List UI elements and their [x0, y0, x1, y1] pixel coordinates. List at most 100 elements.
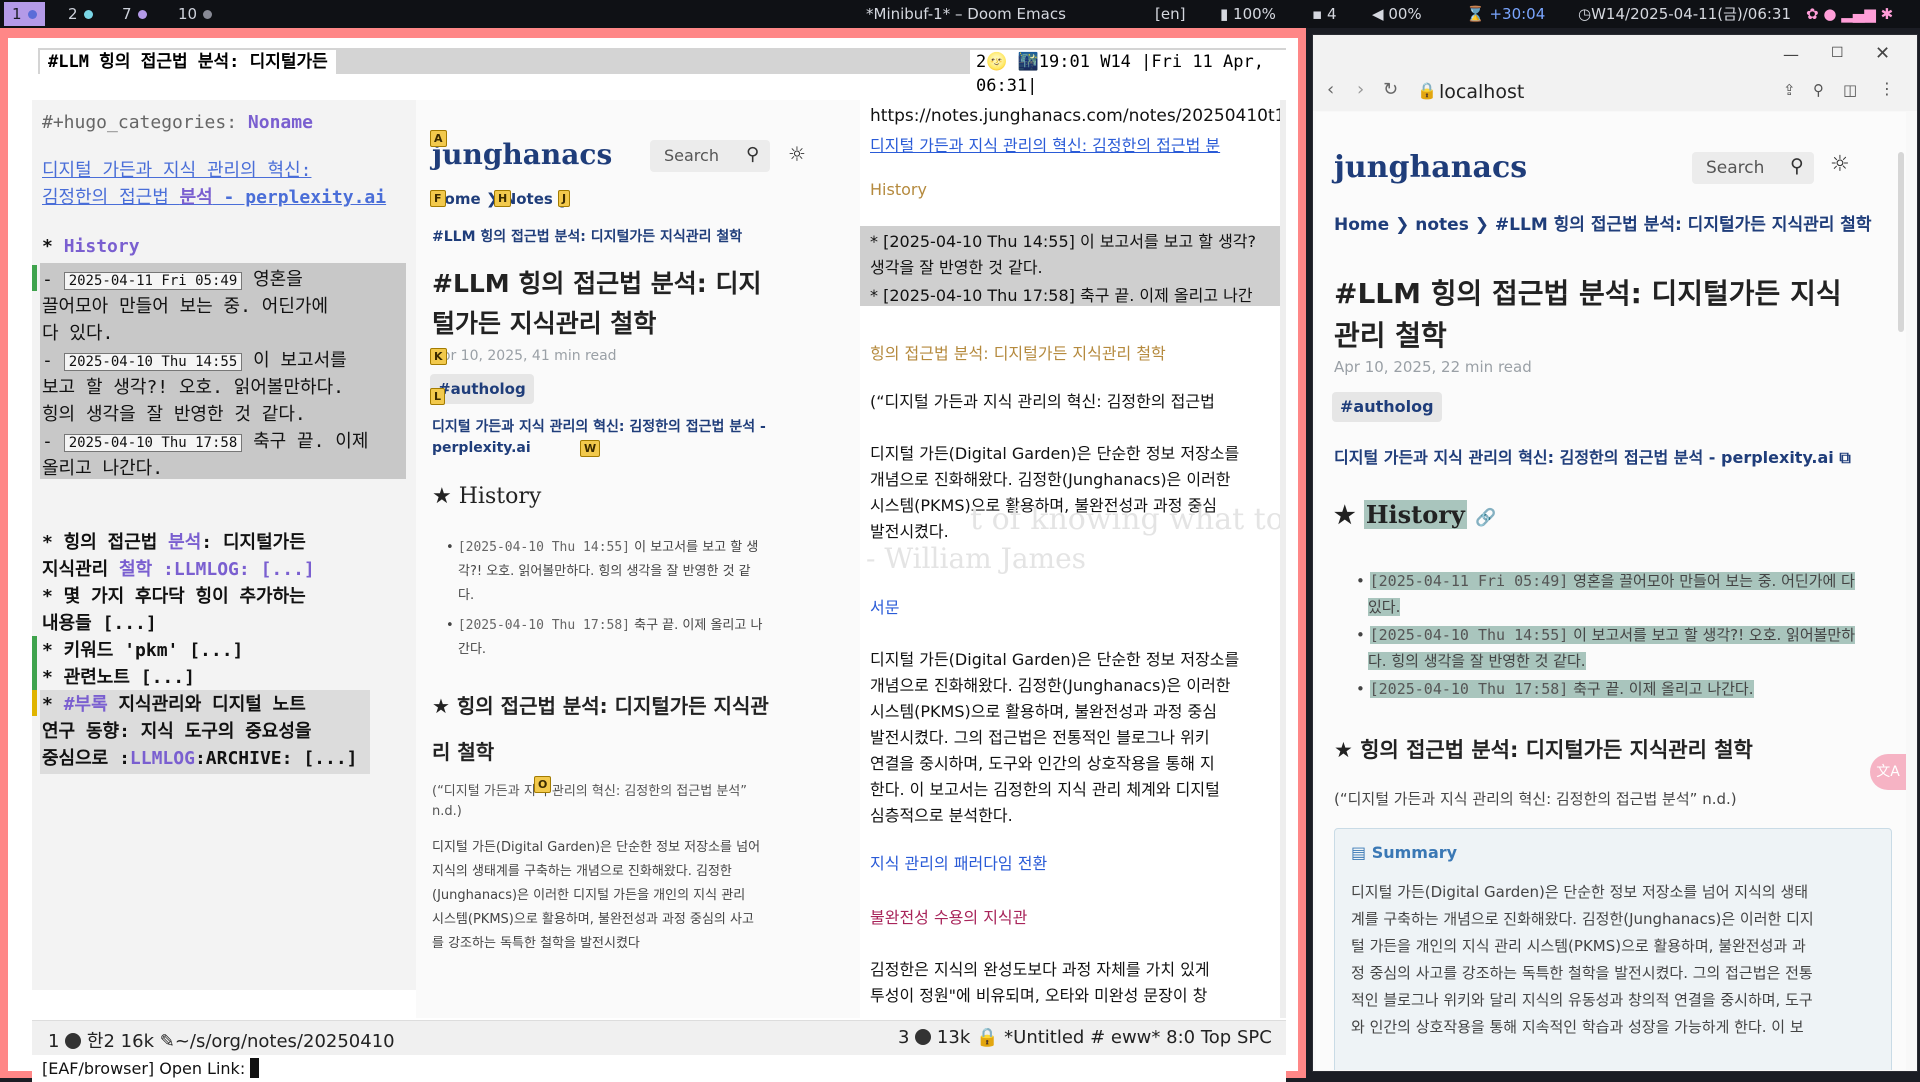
site-title[interactable]: junghanacs: [1334, 150, 1527, 185]
source-link[interactable]: 디지털 가든과 지식 관리의 혁신: 김정한의 접근법 분석 - perplex…: [1334, 444, 1851, 468]
lock-icon: 🔒: [975, 1027, 999, 1048]
search-icon: ⚲: [1790, 155, 1804, 177]
timer-indicator[interactable]: ⌛ +30:04: [1466, 0, 1545, 28]
link-hint[interactable]: O: [534, 776, 552, 793]
summary-line: 적인 블로그나 위키와 달리 지식의 유동성과 창의적 연결을 중시하며, 도구: [1351, 991, 1813, 1009]
summary-line: 털 가든을 개인의 지식 관리 시스템(PKMS)으로 활용하며, 불완전성과 …: [1351, 937, 1806, 955]
org-heading-4[interactable]: * 관련노트 [...]: [42, 663, 195, 689]
eww-history-item: * [2025-04-10 Thu 14:55] 이 보고서를 보고 할 생각?: [870, 232, 1257, 251]
close-button[interactable]: ✕: [1875, 43, 1890, 64]
page-meta: Apr 10, 2025, 41 min read: [432, 348, 617, 364]
eww-history-heading: History: [870, 180, 927, 199]
citation: (“디지털 가든과 지식 관리의 혁신: 김정한의 접근법 분석” n.d.): [1334, 790, 1737, 808]
address-bar[interactable]: localhost: [1439, 81, 1524, 103]
eww-paragraph: 시스템(PKMS)으로 활용하며, 불완전성과 과정 중심: [870, 702, 1217, 721]
summary-callout: ▤ Summary 디지털 가든(Digital Garden)은 단순한 정보…: [1334, 828, 1892, 1070]
history-entry-1-cont: 끌어모아 만들어 보는 중. 어딘가에: [42, 296, 329, 317]
minibuffer-prompt[interactable]: [EAF/browser] Open Link:: [42, 1058, 260, 1078]
eww-section-imperfect: 불완전성 수용의 지식관: [870, 908, 1028, 927]
site-title[interactable]: junghanacs: [432, 138, 612, 171]
theme-toggle-icon[interactable]: ☼: [1830, 152, 1850, 177]
eww-paragraph: 심층적으로 분석한다.: [870, 806, 1013, 825]
minimize-button[interactable]: —: [1783, 45, 1799, 64]
search-box[interactable]: Search ⚲: [1692, 152, 1814, 184]
link-hint[interactable]: H: [494, 190, 512, 207]
link-hint[interactable]: A: [430, 130, 447, 147]
summary-line: 계를 구축하는 개념으로 진화해왔다. 김정한(Junghanacs)은 이러한…: [1351, 910, 1814, 928]
paragraph-line: 지식의 생태계를 구축하는 개념으로 진화해왔다. 김정한: [432, 864, 732, 879]
fringe-marker: [32, 690, 37, 716]
notification-indicator[interactable]: ▪ 4: [1312, 0, 1336, 28]
browser-page[interactable]: junghanacs Search ⚲ ☼ Home ❯ notes ❯ #LL…: [1316, 112, 1906, 1070]
file-icon: ✎: [159, 1031, 175, 1052]
reload-icon[interactable]: ↻: [1383, 79, 1398, 100]
eww-paragraph: 디지털 가든(Digital Garden)은 단순한 정보 저장소를: [870, 444, 1240, 463]
volume-indicator[interactable]: ◀ 00%: [1372, 0, 1422, 28]
page-title-line1: #LLM 힝의 접근법 분석: 디지털가든 지식: [1334, 277, 1842, 310]
org-heading-1[interactable]: * 힝의 접근법 분석: 디지털가든: [42, 528, 306, 554]
evil-state-icon: [915, 1029, 932, 1045]
org-heading-3[interactable]: * 키워드 'pkm' [...]: [42, 636, 243, 662]
org-heading-2[interactable]: * 몇 가지 후다닥 힝이 추가하는: [42, 582, 306, 608]
link-hint[interactable]: J: [558, 190, 571, 207]
keyboard-layout[interactable]: [en]: [1155, 0, 1185, 28]
source-link-line1[interactable]: 디지털 가든과 지식 관리의 혁신: 김정한의 접근법 분석 -: [432, 416, 766, 436]
sidebar-icon[interactable]: ◫: [1843, 81, 1857, 99]
workspace-10[interactable]: 10: [170, 2, 220, 26]
history-item-1-cont: 있다.: [1368, 598, 1401, 616]
workspace-2[interactable]: 2: [60, 2, 101, 26]
translate-icon[interactable]: 文A: [1870, 754, 1906, 790]
history-entry-2[interactable]: - 2025-04-10 Thu 14:55 이 보고서를: [42, 346, 347, 372]
page-title-line2: 털가든 지식관리 철학: [432, 309, 657, 338]
history-item-1: • [2025-04-11 Fri 05:49] 영혼을 끌어모아 만들어 보는…: [1356, 572, 1855, 590]
eww-scrollbar[interactable]: [1280, 100, 1286, 1018]
tag-badge[interactable]: #autholog: [1332, 392, 1442, 422]
search-placeholder: Search: [1706, 158, 1765, 178]
org-heading-5[interactable]: * #부록 지식관리와 디지털 노트: [42, 690, 306, 716]
theme-toggle-icon[interactable]: ☼: [788, 142, 806, 166]
link-hint[interactable]: L: [430, 388, 446, 405]
clock[interactable]: ◷W14/2025-04-11(금)/06:31: [1578, 0, 1791, 28]
search-placeholder: Search: [664, 146, 719, 165]
breadcrumb-notes[interactable]: Notes: [504, 190, 553, 208]
eww-link[interactable]: 디지털 가든과 지식 관리의 혁신: 김정한의 접근법 분: [870, 132, 1220, 156]
workspace-1[interactable]: 1: [4, 2, 45, 26]
tag-badge[interactable]: #autholog: [430, 374, 534, 404]
org-keyword-line: #+hugo_categories: Noname: [42, 112, 313, 133]
tray-icons[interactable]: ✿ ● ▂▄▆ ✱: [1806, 0, 1893, 28]
org-heading-history[interactable]: * History: [42, 236, 140, 257]
modeline: 1 한2 16k ✎~/s/org/notes/20250410 3 13k 🔒…: [32, 1020, 1286, 1055]
search-box[interactable]: Search ⚲: [650, 140, 770, 172]
history-entry-1[interactable]: - 2025-04-11 Fri 05:49 영혼을: [42, 265, 303, 291]
minibuffer[interactable]: [EAF/browser] Open Link:: [32, 1056, 1286, 1082]
zoom-icon[interactable]: ⚲: [1813, 81, 1824, 99]
org-link-line2[interactable]: 김정한의 접근법 분석 - perplexity.ai: [42, 183, 386, 209]
breadcrumb-page: #LLM 힝의 접근법 분석: 디지털가든 지식관리 철학: [432, 229, 743, 245]
link-hint[interactable]: F: [430, 190, 446, 207]
maximize-button[interactable]: ☐: [1831, 45, 1844, 61]
page-scrollbar[interactable]: [1898, 152, 1904, 332]
search-icon: ⚲: [746, 144, 760, 165]
fringe-marker: [32, 265, 37, 291]
link-hint[interactable]: K: [430, 348, 447, 365]
org-buffer[interactable]: #+hugo_categories: Noname 디지털 가든과 지식 관리의…: [32, 100, 416, 990]
workspace-7[interactable]: 7: [114, 2, 155, 26]
history-entry-3[interactable]: - 2025-04-10 Thu 17:58 축구 끝. 이제: [42, 427, 368, 453]
eww-pane[interactable]: https://notes.junghanacs.com/notes/20250…: [860, 100, 1286, 1018]
emacs-frame: #LLM 힝의 접근법 분석: 디지털가든 2🌝 🌃19:01 W14 |Fri…: [0, 28, 1306, 1082]
ghost-quote-author: - William James: [866, 542, 1087, 575]
breadcrumb-home[interactable]: Home: [1334, 215, 1389, 235]
org-link-line1[interactable]: 디지털 가든과 지식 관리의 혁신:: [42, 156, 311, 182]
forward-icon[interactable]: ›: [1357, 79, 1364, 100]
share-icon[interactable]: ⇪: [1783, 81, 1796, 99]
breadcrumb-notes[interactable]: notes: [1415, 215, 1469, 235]
eaf-browser-pane[interactable]: junghanacs Search ⚲ ☼ Home ❯ Notes ❯ #LL…: [416, 100, 860, 1018]
clock-icon: ◷: [1578, 5, 1592, 23]
eww-paragraph: 발전시켰다.: [870, 522, 949, 541]
menu-icon[interactable]: ⋮: [1879, 79, 1895, 98]
anchor-link-icon[interactable]: 🔗: [1475, 508, 1496, 528]
page-title-line1: #LLM 힝의 접근법 분석: 디지: [432, 269, 762, 298]
link-hint[interactable]: W: [580, 440, 601, 457]
source-link-line2[interactable]: perplexity.ai: [432, 440, 531, 456]
back-icon[interactable]: ‹: [1327, 79, 1334, 100]
